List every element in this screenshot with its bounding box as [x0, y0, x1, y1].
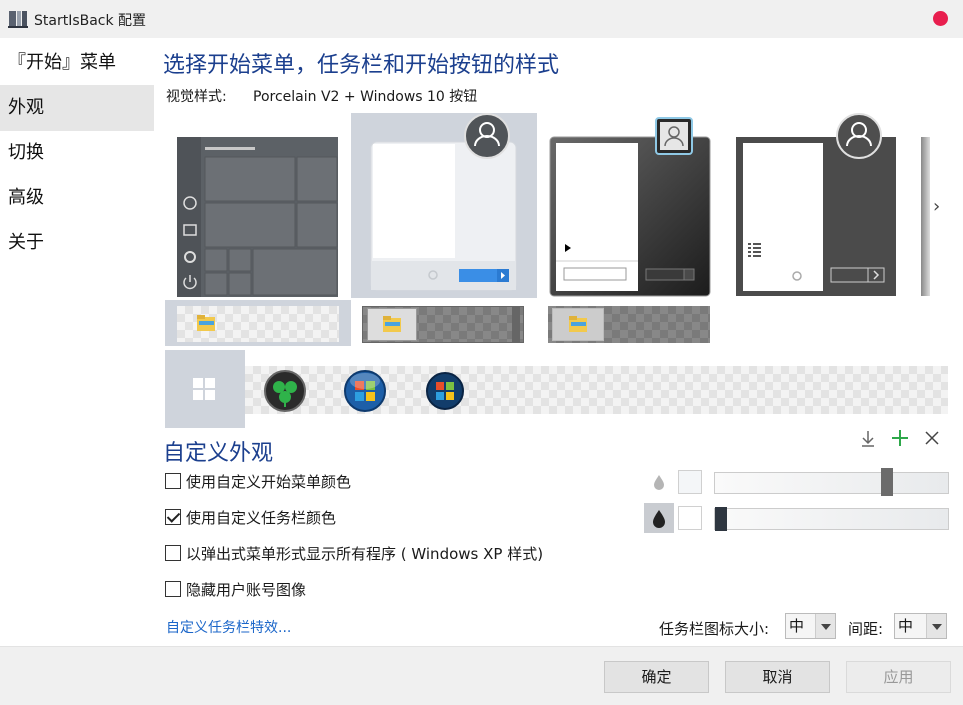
start-button-option-windows10[interactable] — [165, 350, 245, 428]
title-bar: StartIsBack 配置 — [0, 0, 963, 38]
drop-icon-box — [644, 503, 674, 533]
sidebar-item-appearance[interactable]: 外观 — [0, 85, 154, 131]
windows7-menu-preview — [549, 117, 711, 297]
windows8-menu-preview — [736, 113, 896, 296]
startisback-config-window: StartIsBack 配置 『开始』菜单 外观 切换 高级 关于 选择开始菜单… — [0, 0, 963, 705]
drop-icon — [653, 510, 665, 528]
drop-icon — [654, 475, 664, 490]
sidebar: 『开始』菜单 外观 切换 高级 关于 — [0, 38, 154, 645]
checkbox[interactable] — [165, 581, 181, 597]
style-option-windows10[interactable] — [165, 113, 348, 298]
start-button-option-vista-orb[interactable] — [425, 371, 465, 411]
checkbox[interactable] — [165, 509, 181, 525]
style-option-windows8[interactable] — [733, 113, 901, 298]
app-icon — [8, 11, 28, 28]
folder-icon — [197, 315, 215, 331]
option-popup-all-programs[interactable]: 以弹出式菜单形式显示所有程序 ( Windows XP 样式) — [165, 544, 543, 564]
folder-icon — [569, 316, 587, 332]
icon-size-value: 中 — [789, 617, 805, 635]
porcelain-menu-preview — [370, 113, 517, 291]
chevron-down-icon — [926, 614, 946, 638]
sidebar-item-about[interactable]: 关于 — [0, 220, 154, 266]
windows-logo-icon — [193, 378, 215, 400]
sidebar-item-advanced[interactable]: 高级 — [0, 175, 154, 221]
cancel-button[interactable]: 取消 — [725, 661, 830, 693]
slider-thumb[interactable] — [881, 468, 893, 496]
option-label: 以弹出式菜单形式显示所有程序 ( Windows XP 样式) — [186, 545, 544, 563]
apply-button[interactable]: 应用 — [846, 661, 951, 693]
custom-taskbar-effects-link[interactable]: 自定义任务栏特效... — [166, 617, 291, 637]
folder-icon — [383, 316, 401, 332]
slider-thumb[interactable] — [715, 507, 727, 531]
taskbar-style-option-3[interactable] — [548, 300, 710, 346]
spacing-select[interactable]: 中 — [894, 613, 947, 639]
taskbar-color-swatch[interactable] — [678, 506, 702, 530]
taskbar-opacity-slider[interactable] — [714, 507, 949, 531]
download-icon[interactable] — [858, 428, 878, 448]
custom-appearance-title: 自定义外观 — [163, 441, 274, 466]
chevron-right-icon[interactable]: › — [933, 196, 947, 217]
chevron-down-icon — [815, 614, 835, 638]
ok-button[interactable]: 确定 — [604, 661, 709, 693]
start-button-option-clover[interactable] — [263, 369, 307, 413]
checkbox[interactable] — [165, 545, 181, 561]
icon-size-select[interactable]: 中 — [785, 613, 836, 639]
option-hide-user-picture[interactable]: 隐藏用户账号图像 — [165, 580, 306, 600]
taskbar-style-option-1[interactable] — [165, 300, 351, 346]
visual-style-label: 视觉样式: — [166, 89, 227, 105]
start-button-option-windows7-orb[interactable] — [343, 369, 387, 413]
windows10-menu-preview — [177, 137, 338, 297]
start-menu-color-swatch[interactable] — [678, 470, 702, 494]
visual-style-value: Porcelain V2 + Windows 10 按钮 — [253, 89, 478, 105]
option-custom-start-menu-color[interactable]: 使用自定义开始菜单颜色 — [165, 472, 351, 492]
option-label: 使用自定义任务栏颜色 — [186, 509, 337, 527]
taskbar-style-option-2[interactable] — [362, 300, 524, 346]
option-custom-taskbar-color[interactable]: 使用自定义任务栏颜色 — [165, 508, 336, 528]
add-icon[interactable] — [890, 428, 910, 448]
style-option-porcelain-v2[interactable] — [351, 113, 537, 298]
sidebar-item-start-menu[interactable]: 『开始』菜单 — [0, 40, 154, 86]
close-button[interactable] — [933, 11, 948, 26]
option-label: 使用自定义开始菜单颜色 — [186, 473, 352, 491]
icon-size-label: 任务栏图标大小: — [659, 620, 770, 638]
style-option-next-partial[interactable] — [921, 137, 930, 296]
start-menu-opacity-slider[interactable] — [714, 468, 949, 496]
sidebar-item-switch[interactable]: 切换 — [0, 130, 154, 176]
close-icon[interactable] — [922, 428, 942, 448]
page-title: 选择开始菜单，任务栏和开始按钮的样式 — [163, 53, 560, 78]
spacing-value: 中 — [898, 617, 914, 635]
spacing-label: 间距: — [848, 620, 884, 638]
footer-bar: 确定 取消 应用 — [0, 646, 963, 705]
checkbox[interactable] — [165, 473, 181, 489]
style-option-windows7[interactable] — [548, 113, 712, 298]
window-title: StartIsBack 配置 — [34, 13, 147, 29]
option-label: 隐藏用户账号图像 — [186, 581, 307, 599]
